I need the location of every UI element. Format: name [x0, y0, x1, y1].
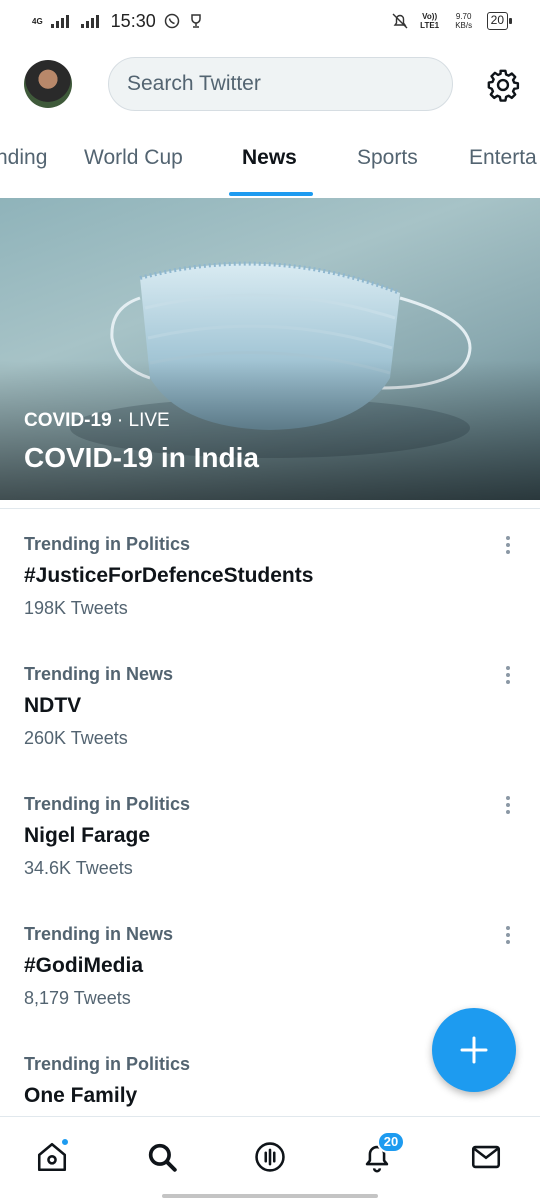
- compose-tweet-button[interactable]: [432, 1008, 516, 1092]
- home-notification-dot: [60, 1137, 70, 1147]
- trend-tweet-count: 198K Tweets: [24, 598, 128, 618]
- status-bar: 4G 15:30 Vo)) LTE1 9.70 KB/s 20: [0, 0, 540, 42]
- hero-event-card[interactable]: COVID-19 · LIVE COVID-19 in India: [0, 198, 540, 500]
- tab-world-cup[interactable]: World Cup: [84, 146, 183, 170]
- tab-news[interactable]: News: [242, 146, 297, 170]
- hero-live-status: LIVE: [128, 410, 170, 431]
- trend-name: NDTV: [24, 694, 82, 717]
- status-time: 15:30: [110, 10, 156, 31]
- tab-sports[interactable]: Sports: [357, 146, 418, 170]
- more-options-icon[interactable]: [498, 794, 518, 816]
- trend-name: Nigel Farage: [24, 824, 151, 847]
- hero-separator: ·: [111, 410, 129, 431]
- avatar[interactable]: [24, 60, 72, 108]
- trend-item[interactable]: Trending in Politics #JusticeForDefenceS…: [0, 534, 540, 664]
- more-options-icon[interactable]: [498, 664, 518, 686]
- signal-icon-2: [80, 15, 99, 28]
- mute-bell-icon: [392, 13, 408, 29]
- signal-icon: [50, 15, 69, 28]
- notification-badge: 20: [377, 1131, 405, 1153]
- more-options-icon[interactable]: [498, 534, 518, 556]
- gear-icon[interactable]: [484, 66, 522, 104]
- volte-indicator: Vo)) LTE1: [420, 12, 440, 30]
- trend-name: #GodiMedia: [24, 954, 144, 977]
- trend-tweet-count: 34.6K Tweets: [24, 858, 133, 878]
- mail-icon[interactable]: [466, 1137, 506, 1177]
- search-placeholder: Search Twitter: [127, 72, 261, 95]
- trend-item[interactable]: Trending in Politics Nigel Farage 34.6K …: [0, 794, 540, 924]
- top-header: Search Twitter: [0, 56, 540, 114]
- divider: [0, 508, 540, 509]
- explore-tabs: nding World Cup News Sports Enterta: [0, 132, 540, 198]
- spaces-icon[interactable]: [250, 1137, 290, 1177]
- active-tab-indicator: [229, 192, 313, 196]
- trend-tweet-count: 260K Tweets: [24, 728, 128, 748]
- trend-name: One Family: [24, 1084, 138, 1107]
- trend-tweet-count: 8,179 Tweets: [24, 988, 131, 1008]
- trend-category: Trending in Politics: [24, 534, 191, 554]
- whatsapp-icon: [164, 13, 179, 29]
- hero-category: COVID-19: [24, 410, 112, 431]
- hero-meta: COVID-19 · LIVE: [24, 410, 170, 432]
- hero-title: COVID-19 in India: [24, 442, 259, 473]
- bottom-navigation: 20: [0, 1116, 540, 1200]
- home-icon[interactable]: [32, 1137, 72, 1177]
- battery-icon: 20: [486, 12, 513, 30]
- trend-category: Trending in Politics: [24, 794, 191, 814]
- gesture-bar[interactable]: [162, 1194, 378, 1198]
- trend-category: Trending in News: [24, 924, 174, 944]
- search-input[interactable]: Search Twitter: [108, 57, 453, 111]
- more-options-icon[interactable]: [498, 924, 518, 946]
- trophy-icon: [190, 14, 201, 28]
- tab-trending[interactable]: nding: [0, 146, 47, 170]
- trend-category: Trending in News: [24, 664, 174, 684]
- trend-item[interactable]: Trending in News NDTV 260K Tweets: [0, 664, 540, 794]
- trend-category: Trending in Politics: [24, 1054, 191, 1074]
- search-icon[interactable]: [142, 1137, 182, 1177]
- trend-name: #JusticeForDefenceStudents: [24, 564, 314, 587]
- network-speed: 9.70 KB/s: [455, 12, 473, 30]
- network-indicator: 4G: [32, 16, 43, 26]
- bell-icon[interactable]: 20: [357, 1131, 405, 1177]
- tab-entertainment[interactable]: Enterta: [469, 146, 537, 170]
- plus-icon: [460, 1036, 488, 1064]
